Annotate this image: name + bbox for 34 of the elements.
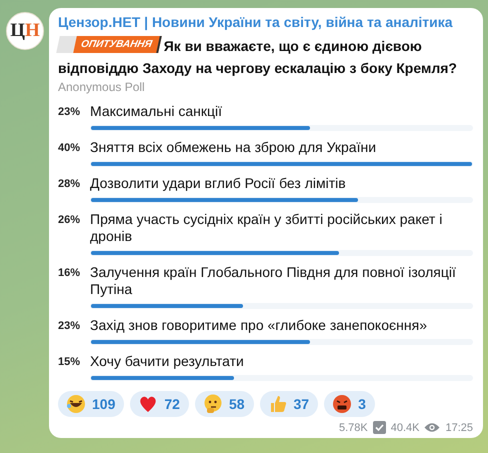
option-percent: 23% bbox=[58, 319, 82, 332]
avatar-letter: Н bbox=[25, 20, 40, 42]
option-label: Захід знов говоритиме про «глибоке занепокоєння» bbox=[90, 317, 428, 334]
option-label: Максимальні санкції bbox=[90, 103, 223, 120]
option-percent: 28% bbox=[58, 177, 82, 190]
option-percent: 16% bbox=[58, 266, 82, 279]
heart-icon bbox=[138, 394, 158, 414]
reaction-button[interactable]: 37 bbox=[260, 391, 318, 417]
channel-avatar[interactable]: ЦН bbox=[6, 12, 44, 50]
option-label: Дозволити удари вглиб Росії без лімітів bbox=[90, 175, 347, 192]
reaction-button[interactable]: 3 bbox=[324, 391, 375, 417]
option-label: Зняття всіх обмежень на зброю для України bbox=[90, 139, 378, 156]
option-percent: 26% bbox=[58, 213, 82, 226]
avatar-letter: Ц bbox=[10, 20, 25, 42]
option-percent: 15% bbox=[58, 355, 82, 368]
option-label: Пряма участь сусідніх країн у збитті російських ракет і дронів bbox=[90, 211, 444, 245]
eye-icon bbox=[424, 422, 440, 433]
option-label: Хочу бачити результати bbox=[90, 353, 245, 370]
reaction-button[interactable]: 58 bbox=[194, 391, 254, 417]
option-percent: 40% bbox=[58, 141, 82, 154]
message-time: 17:25 bbox=[445, 422, 473, 434]
reaction-button[interactable]: 72 bbox=[130, 391, 189, 417]
share-count: 5.78K bbox=[338, 422, 368, 434]
checkbox-icon bbox=[372, 421, 386, 434]
option-label: Залучення країн Глобального Півдня для повної ізоляції Путіна bbox=[90, 264, 457, 298]
channel-name[interactable]: Цензор.НЕТ | Новини України та світу, війна та аналітика bbox=[58, 14, 473, 30]
thinking-face-icon bbox=[202, 394, 223, 414]
option-percent: 23% bbox=[58, 105, 82, 118]
reaction-button[interactable]: 109 bbox=[58, 391, 124, 417]
view-count: 40.4K bbox=[390, 422, 420, 434]
poll-type: Anonymous Poll bbox=[58, 80, 146, 94]
angry-face-icon bbox=[332, 394, 352, 414]
poll-question: ОПИТУВАННЯ Як ви вважаєте, що є єдиною дієвою відповіддю Заходу на чергову ескалацію з боку Кремля? bbox=[58, 35, 458, 78]
laughing-face-icon bbox=[66, 394, 86, 414]
